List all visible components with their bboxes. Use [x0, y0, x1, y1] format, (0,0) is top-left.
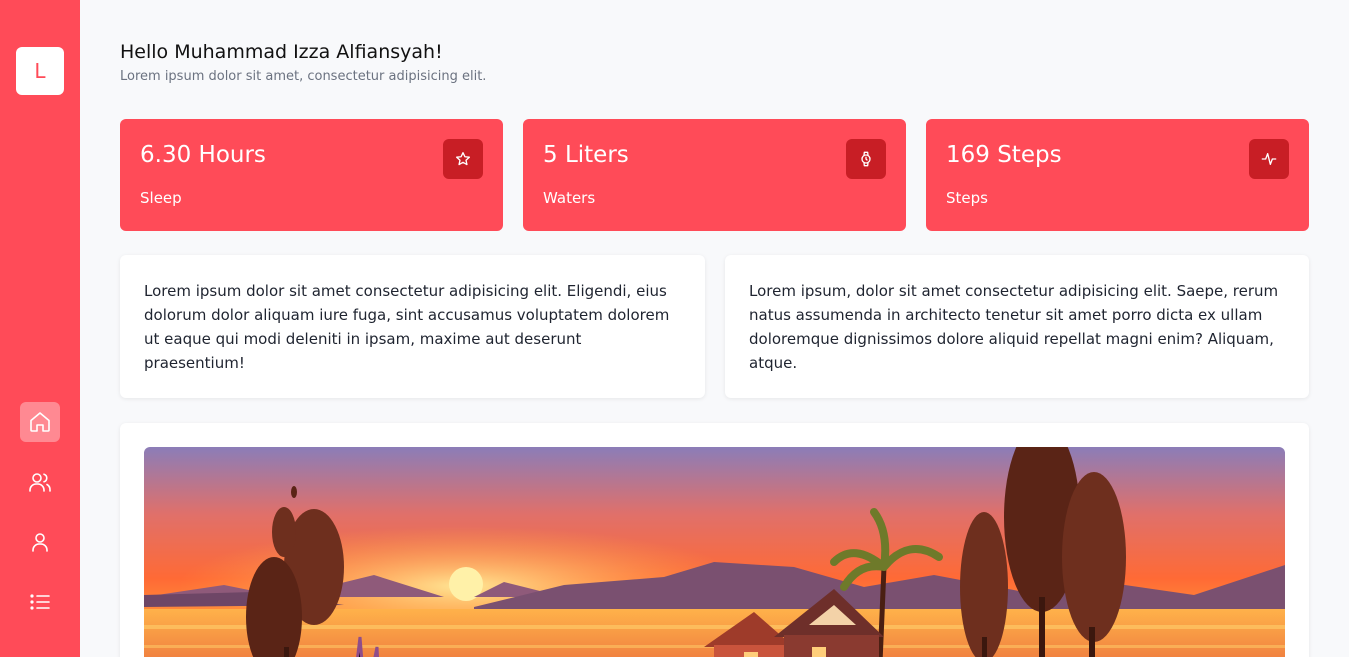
stat-value: 169 Steps — [946, 142, 1062, 168]
list-icon — [30, 594, 50, 610]
info-text: Lorem ipsum, dolor sit amet consectetur … — [749, 282, 1279, 372]
activity-icon — [1261, 153, 1277, 165]
user-icon — [32, 533, 48, 552]
stat-label: Waters — [543, 189, 596, 207]
stat-icon-badge — [1249, 139, 1289, 179]
watch-icon — [861, 151, 871, 167]
stat-label: Sleep — [140, 189, 182, 207]
info-text: Lorem ipsum dolor sit amet consectetur a… — [144, 282, 670, 372]
stat-label: Steps — [946, 189, 988, 207]
stat-icon-badge — [846, 139, 886, 179]
stat-value: 5 Liters — [543, 142, 629, 168]
info-card-left: Lorem ipsum dolor sit amet consectetur a… — [120, 255, 705, 398]
stat-icon-badge — [443, 139, 483, 179]
nav-profile[interactable] — [20, 522, 60, 562]
stat-card-water: 5 Liters Waters — [523, 119, 906, 231]
home-icon — [30, 412, 50, 432]
stat-value: 6.30 Hours — [140, 142, 266, 168]
page-subtitle: Lorem ipsum dolor sit amet, consectetur … — [120, 69, 487, 84]
app-logo[interactable]: L — [16, 47, 64, 95]
main-content: Hello Muhammad Izza Alfiansyah! Lorem ip… — [80, 0, 1349, 657]
stat-card-steps: 169 Steps Steps — [926, 119, 1309, 231]
page-title: Hello Muhammad Izza Alfiansyah! — [120, 41, 443, 63]
star-icon — [456, 152, 470, 166]
users-icon — [29, 473, 51, 492]
stat-card-sleep: 6.30 Hours Sleep — [120, 119, 503, 231]
nav-home[interactable] — [20, 402, 60, 442]
sidebar: L — [0, 0, 80, 657]
nav-users[interactable] — [20, 462, 60, 502]
image-card — [120, 423, 1309, 657]
info-card-right: Lorem ipsum, dolor sit amet consectetur … — [725, 255, 1309, 398]
nav-list[interactable] — [20, 582, 60, 622]
sunset-illustration — [144, 447, 1285, 657]
